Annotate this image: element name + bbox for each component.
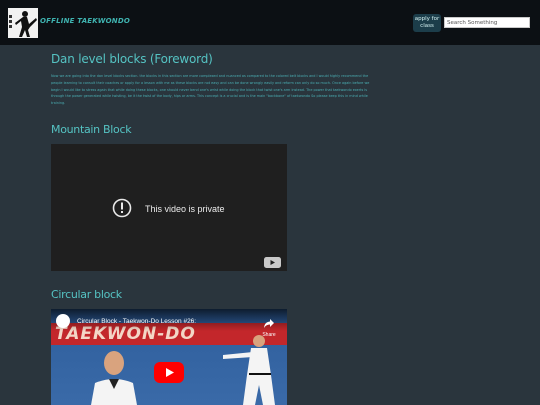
channel-avatar[interactable]	[56, 314, 70, 328]
taekwondo-kicker-icon	[8, 8, 38, 38]
foreword-paragraph: Now we are going into the dan level bloc…	[51, 74, 370, 106]
share-arrow-icon	[264, 319, 274, 328]
youtube-logo-icon[interactable]	[264, 257, 281, 268]
mountain-block-video[interactable]: This video is private	[51, 144, 287, 271]
site-header: OFFLINE TAEKWONDO apply for class	[0, 0, 540, 45]
section-heading-circular-block: Circular block	[51, 288, 122, 301]
video-status-text: This video is private	[145, 204, 225, 214]
page-heading: Dan level blocks (Foreword)	[51, 52, 213, 66]
site-title[interactable]: OFFLINE TAEKWONDO	[40, 17, 130, 25]
instructor-figure	[91, 351, 137, 405]
section-heading-mountain-block: Mountain Block	[51, 123, 132, 136]
site-logo[interactable]	[8, 8, 38, 38]
search-input[interactable]	[444, 17, 530, 28]
video-title[interactable]: Circular Block - Taekwon-Do Lesson #26:	[77, 318, 196, 325]
apply-for-class-button[interactable]: apply for class	[413, 14, 441, 32]
practitioner-figure	[223, 335, 275, 405]
share-label: Share	[262, 332, 276, 338]
info-alert-icon	[112, 198, 132, 218]
circular-block-video[interactable]: TAEKWON-DO Circular Block - Taekwon-Do L…	[51, 309, 287, 405]
share-button[interactable]: Share	[258, 313, 280, 338]
play-button-icon[interactable]	[154, 362, 184, 383]
